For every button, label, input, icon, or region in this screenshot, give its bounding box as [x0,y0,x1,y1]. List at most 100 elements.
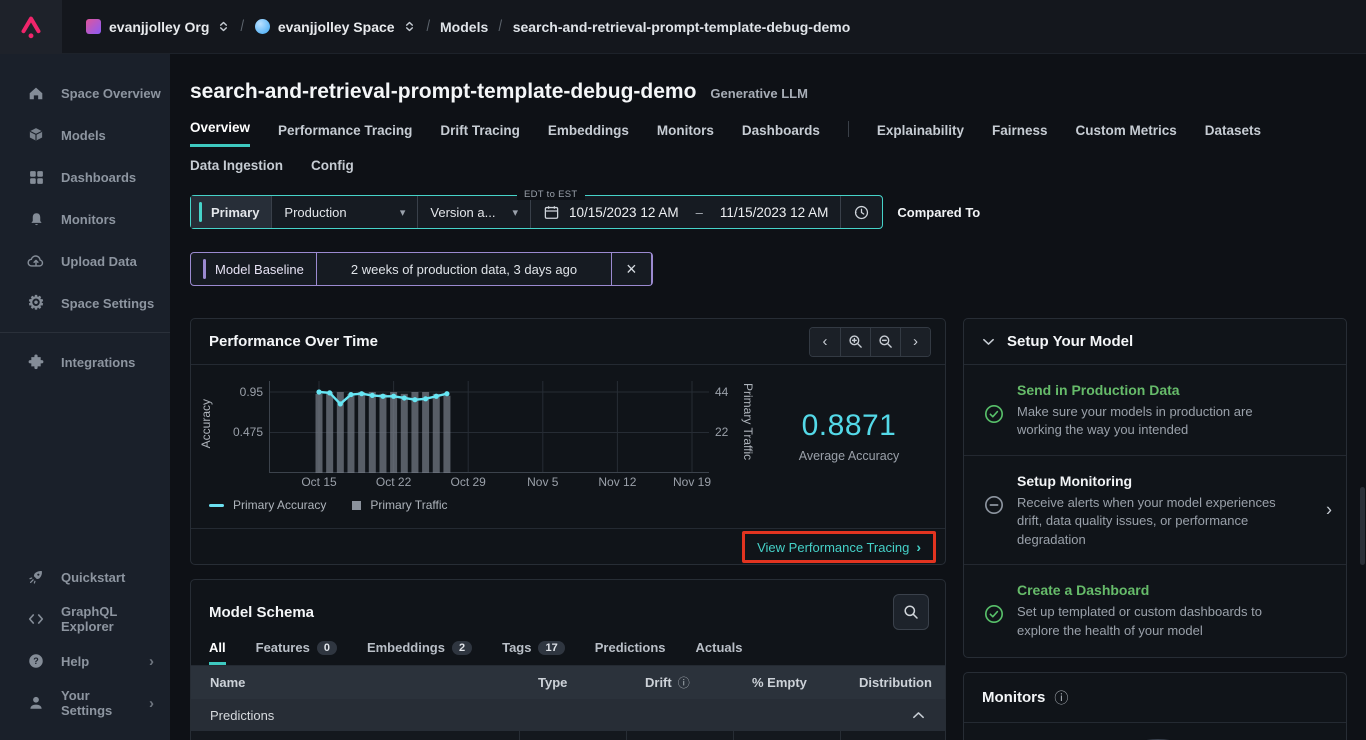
primary-accent-bar [199,202,202,222]
chevron-up-icon[interactable] [912,710,945,720]
sidebar-item-help[interactable]: ? Help › [0,640,170,682]
setup-item-title[interactable]: Send in Production Data [1017,382,1289,398]
tab-datasets[interactable]: Datasets [1205,123,1261,147]
performance-card-title: Performance Over Time [209,333,378,350]
setup-item-send-production-data[interactable]: Send in Production Data Make sure your m… [964,365,1346,456]
baseline-label: Model Baseline [215,261,304,277]
sidebar-item-space-settings[interactable]: ⚙ Space Settings [0,282,170,324]
setup-item-title[interactable]: Create a Dashboard [1017,582,1289,598]
zoom-out-icon [879,335,892,348]
arize-logo[interactable] [0,0,62,54]
org-switcher[interactable]: evanjjolley Org [86,19,230,35]
scrollbar-thumb[interactable] [1360,487,1365,565]
sidebar-item-quickstart[interactable]: Quickstart [0,556,170,598]
sidebar-item-label: Space Overview [61,85,161,101]
chevron-left-icon: ‹ [822,333,828,350]
info-icon[interactable]: ⓘ [1054,688,1068,708]
primary-label: Primary [211,204,260,220]
x-axis-tick: Nov 12 [598,475,637,489]
tab-fairness[interactable]: Fairness [992,123,1048,147]
legend-square-swatch [352,500,362,510]
performance-chart: Accuracy 0.95 0.475 44 22 Primary Traffi… [191,365,945,528]
gear-icon: ⚙ [27,292,45,314]
sidebar-item-models[interactable]: Models [0,114,170,156]
org-sorter-icon[interactable] [217,19,230,34]
sidebar-item-dashboards[interactable]: Dashboards [0,156,170,198]
schema-tab-tags[interactable]: Tags 17 [502,640,565,665]
clock-history-icon [853,204,870,221]
chevron-right-icon: › [149,694,154,712]
breadcrumb-models-link[interactable]: Models [440,19,488,35]
model-type-badge: Generative LLM [710,86,808,101]
tab-drift-tracing[interactable]: Drift Tracing [440,123,520,147]
tab-config[interactable]: Config [311,158,354,182]
sidebar-item-space-overview[interactable]: Space Overview [0,72,170,114]
schema-table-row[interactable] [191,731,945,740]
setup-panel-header[interactable]: Setup Your Model [964,319,1346,365]
cell-name [191,731,519,740]
sidebar-item-upload-data[interactable]: Upload Data [0,240,170,282]
timezone-note: EDT to EST [517,189,585,200]
setup-panel-title: Setup Your Model [1007,333,1134,350]
sidebar-item-monitors[interactable]: Monitors [0,198,170,240]
check-circle-icon [985,405,1003,423]
zoom-in-button[interactable] [840,327,870,356]
schema-tab-predictions[interactable]: Predictions [595,640,666,665]
time-history-button[interactable] [841,196,882,228]
tab-monitors[interactable]: Monitors [657,123,714,147]
legend-label: Primary Traffic [370,498,448,512]
compared-to-label: Compared To [897,204,981,220]
right-axis-title: Primary Traffic [741,383,755,461]
date-range-picker[interactable]: 10/15/2023 12 AM – 11/15/2023 12 AM [531,196,842,228]
baseline-accent-bar [203,259,206,279]
space-sorter-icon[interactable] [403,19,416,34]
group-row-label: Predictions [210,707,275,723]
setup-item-setup-monitoring[interactable]: Setup Monitoring Receive alerts when you… [964,456,1346,566]
check-circle-icon [985,605,1003,624]
tab-data-ingestion[interactable]: Data Ingestion [190,158,283,182]
help-icon: ? [27,652,45,670]
tab-explainability[interactable]: Explainability [877,123,964,147]
view-performance-tracing-link[interactable]: View Performance Tracing [757,540,909,555]
left-axis-tick: 0.475 [232,425,263,439]
space-switcher[interactable]: evanjjolley Space [254,19,416,35]
tab-custom-metrics[interactable]: Custom Metrics [1075,123,1176,147]
tab-embeddings[interactable]: Embeddings [548,123,629,147]
environment-dropdown[interactable]: Production ▾ [272,196,419,228]
sidebar-item-label: Your Settings [61,688,113,718]
setup-item-create-dashboard[interactable]: Create a Dashboard Set up templated or c… [964,565,1346,655]
breadcrumb: evanjjolley Org / evanjjolley Space / Mo… [86,18,850,36]
schema-search-button[interactable] [893,594,929,630]
performance-over-time-card: Performance Over Time ‹ › Accuracy 0.95 … [190,318,946,565]
sidebar-item-integrations[interactable]: Integrations [0,341,170,383]
pan-left-button[interactable]: ‹ [810,327,840,356]
pan-right-button[interactable]: › [900,327,930,356]
zoom-out-button[interactable] [870,327,900,356]
baseline-remove-button[interactable]: × [612,253,652,285]
arize-logo-icon [21,16,41,38]
home-icon [27,84,45,102]
sidebar-item-your-settings[interactable]: Your Settings › [0,682,170,724]
schema-tab-actuals[interactable]: Actuals [696,640,743,665]
main-content: search-and-retrieval-prompt-template-deb… [170,54,1366,740]
chevron-down-icon[interactable] [982,337,995,347]
info-icon[interactable]: ⓘ [678,674,690,691]
average-accuracy-label: Average Accuracy [798,449,900,463]
tab-performance-tracing[interactable]: Performance Tracing [278,123,412,147]
setup-item-title[interactable]: Setup Monitoring [1017,473,1289,489]
tab-overview[interactable]: Overview [190,120,251,147]
view-performance-tracing-annotation[interactable]: View Performance Tracing › [742,531,936,563]
schema-tab-features[interactable]: Features 0 [256,640,337,665]
embeddings-count-badge: 2 [451,640,473,655]
schema-tab-all[interactable]: All [209,640,226,665]
schema-group-row-predictions[interactable]: Predictions [191,699,945,731]
baseline-label-segment: Model Baseline [191,253,317,285]
sidebar-item-graphql-explorer[interactable]: GraphQL Explorer [0,598,170,640]
schema-tab-embeddings[interactable]: Embeddings 2 [367,640,473,665]
tab-dashboards[interactable]: Dashboards [742,123,820,147]
version-dropdown[interactable]: Version a... ▾ [418,196,531,228]
baseline-value-segment[interactable]: 2 weeks of production data, 3 days ago [317,253,613,285]
chevron-right-icon[interactable]: › [1326,500,1332,521]
breadcrumb-separator: / [498,17,503,35]
cell-distribution [840,731,945,740]
